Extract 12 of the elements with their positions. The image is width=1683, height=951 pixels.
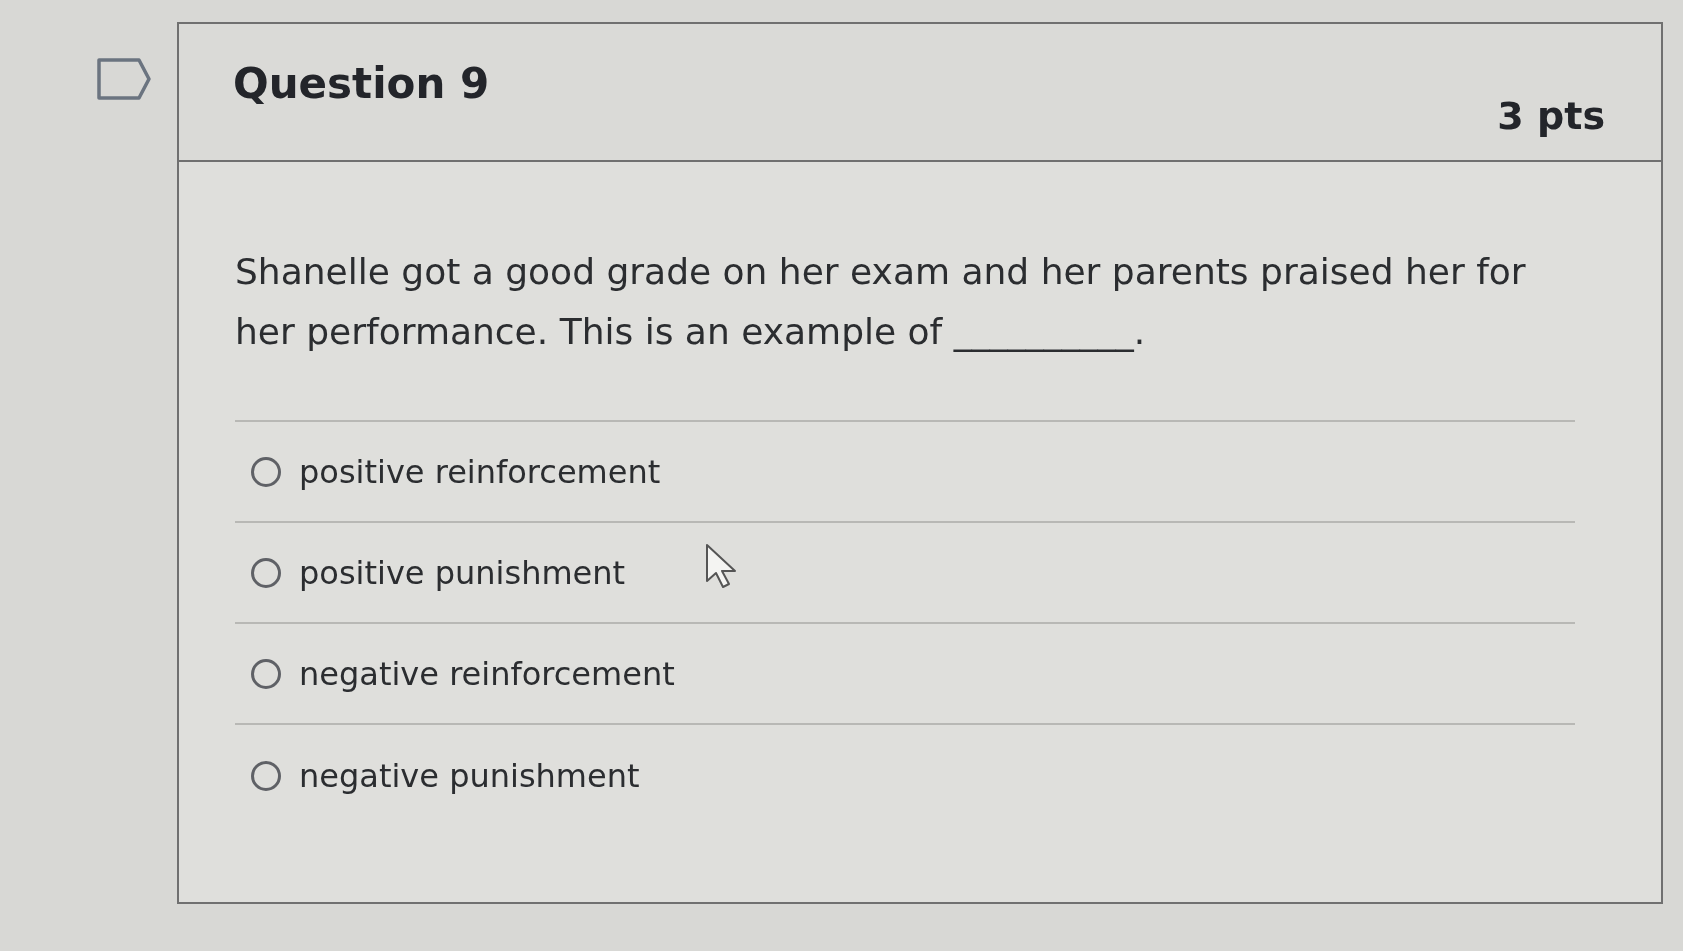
radio-button[interactable]: [251, 456, 281, 487]
pointer-cursor-icon: [705, 543, 739, 589]
answer-option[interactable]: negative reinforcement: [235, 624, 1575, 725]
radio-button[interactable]: [251, 557, 281, 588]
question-text: Shanelle got a good grade on her exam and her parents praised her for her performance. This is an example of __________.: [235, 250, 1527, 354]
answer-option[interactable]: negative punishment: [235, 725, 1575, 826]
question-title: Question 9: [233, 58, 490, 110]
answer-option[interactable]: positive reinforcement: [235, 422, 1575, 523]
radio-button[interactable]: [251, 760, 281, 791]
tag-outline-icon: [97, 58, 151, 100]
radio-button[interactable]: [251, 658, 281, 689]
points-label: 3 pts: [1497, 93, 1605, 140]
